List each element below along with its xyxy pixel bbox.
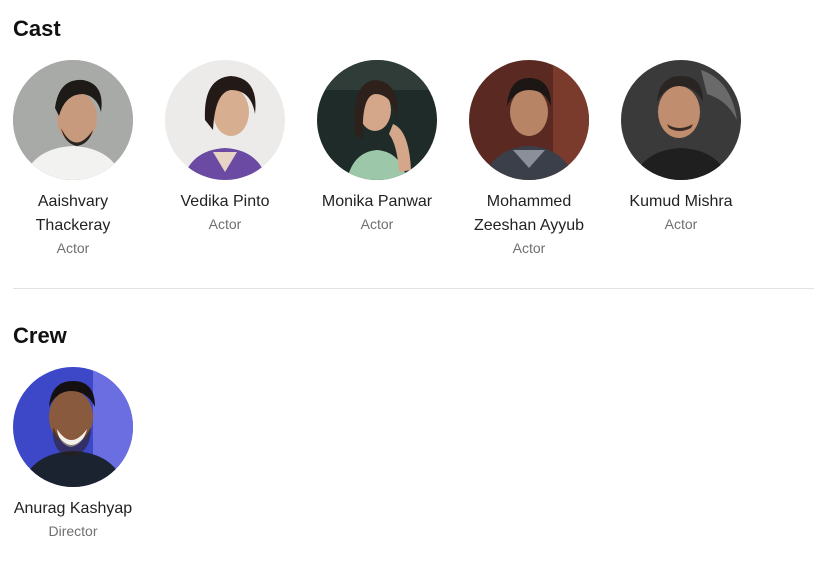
cast-card[interactable]: Kumud Mishra Actor [621, 60, 741, 258]
cast-card[interactable]: Aaishvary Thackeray Actor [13, 60, 133, 258]
person-photo-icon [469, 60, 589, 180]
person-role: Actor [360, 216, 394, 232]
person-photo-icon [621, 60, 741, 180]
person-name: Kumud Mishra [629, 193, 733, 210]
person-name: Vedika Pinto [180, 193, 270, 210]
cast-crew-page: Cast Aaishvary Thackeray Actor Vedika Pi… [0, 0, 814, 561]
person-name: Mohammed Zeeshan Ayyub [473, 193, 584, 234]
person-role: Actor [208, 216, 242, 232]
cast-card[interactable]: Vedika Pinto Actor [165, 60, 285, 258]
person-photo-icon [13, 367, 133, 487]
person-role: Director [48, 523, 98, 539]
avatar[interactable] [621, 60, 741, 180]
person-photo-icon [13, 60, 133, 180]
avatar[interactable] [13, 367, 133, 487]
cast-heading: Cast [13, 16, 61, 41]
avatar[interactable] [13, 60, 133, 180]
person-role: Actor [664, 216, 698, 232]
person-name: Monika Panwar [321, 193, 433, 210]
person-photo-icon [317, 60, 437, 180]
person-photo-icon [165, 60, 285, 180]
cast-card[interactable]: Mohammed Zeeshan Ayyub Actor [469, 60, 589, 258]
crew-list: Anurag Kashyap Director [13, 367, 165, 541]
person-role: Actor [512, 240, 546, 256]
section-divider [13, 288, 814, 289]
crew-card[interactable]: Anurag Kashyap Director [13, 367, 133, 541]
person-name: Anurag Kashyap [13, 500, 133, 517]
crew-heading: Crew [13, 323, 67, 348]
avatar[interactable] [469, 60, 589, 180]
cast-list: Aaishvary Thackeray Actor Vedika Pinto A… [13, 60, 773, 258]
avatar[interactable] [317, 60, 437, 180]
person-name: Aaishvary Thackeray [35, 193, 111, 234]
cast-card[interactable]: Monika Panwar Actor [317, 60, 437, 258]
avatar[interactable] [165, 60, 285, 180]
person-role: Actor [56, 240, 90, 256]
